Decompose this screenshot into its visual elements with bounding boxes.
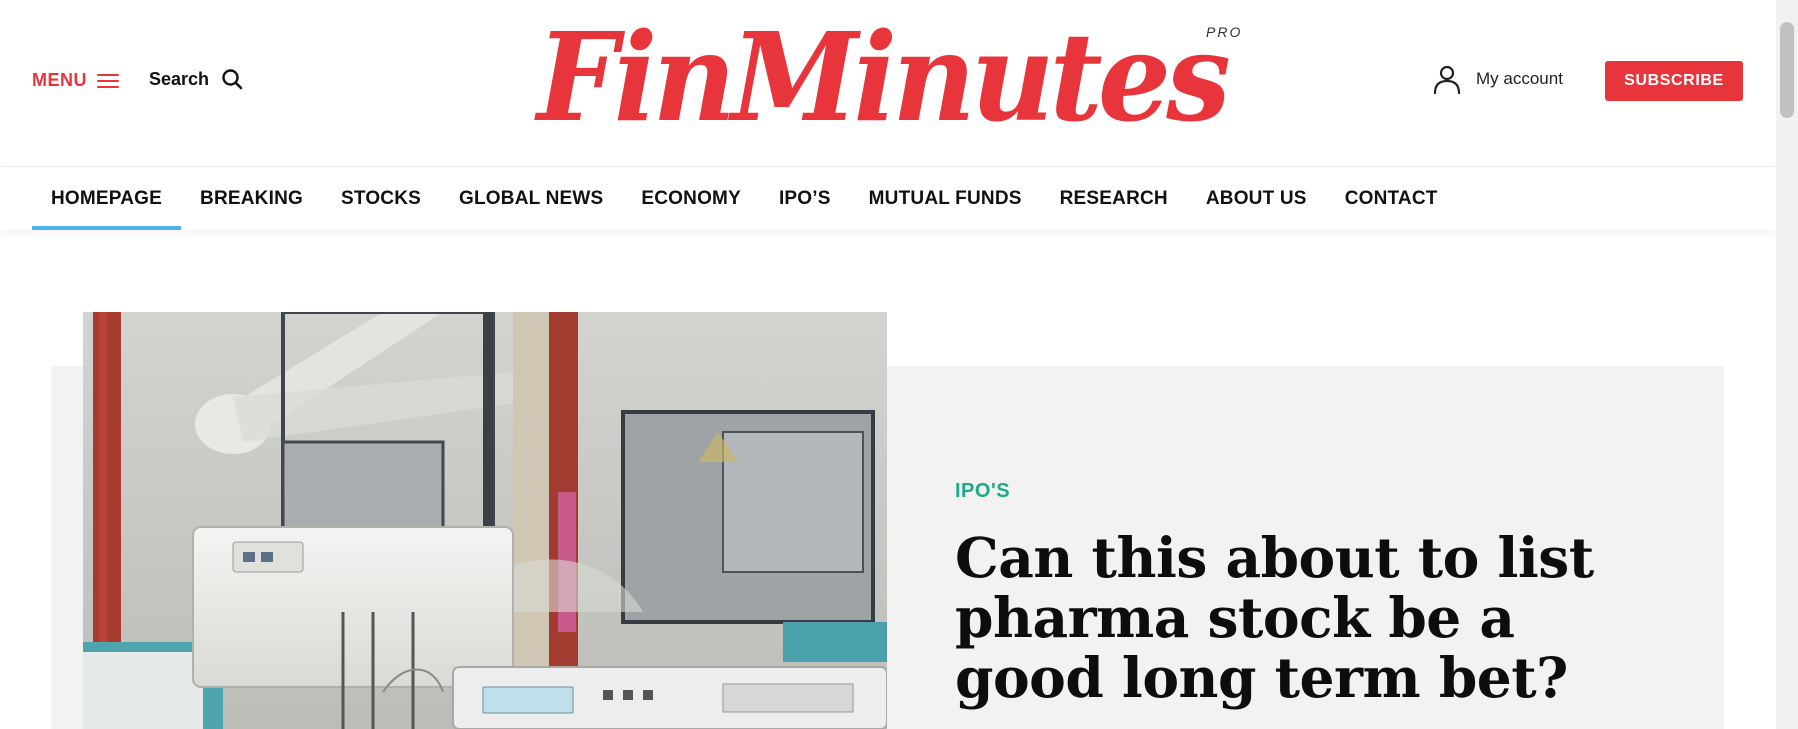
site-header: MENU Search FinMinutes PRO My account SU… [0, 0, 1776, 167]
lab-equipment-photo [83, 312, 887, 729]
hamburger-icon [97, 73, 119, 88]
nav-item-global-news[interactable]: GLOBAL NEWS [440, 167, 622, 230]
search-label: Search [149, 68, 210, 89]
nav-items: HOMEPAGE BREAKING STOCKS GLOBAL NEWS ECO… [32, 167, 1457, 230]
featured-category-tag[interactable]: IPO'S [955, 480, 1010, 503]
nav-item-ipos[interactable]: IPO’S [760, 167, 850, 230]
nav-item-research[interactable]: RESEARCH [1041, 167, 1187, 230]
nav-item-mutual-funds[interactable]: MUTUAL FUNDS [850, 167, 1041, 230]
logo-pro-badge: PRO [1206, 24, 1243, 40]
nav-item-contact[interactable]: CONTACT [1326, 167, 1457, 230]
subscribe-button[interactable]: SUBSCRIBE [1605, 61, 1743, 101]
nav-item-stocks[interactable]: STOCKS [322, 167, 440, 230]
menu-button[interactable]: MENU [32, 70, 119, 91]
user-icon [1433, 65, 1461, 94]
menu-label: MENU [32, 70, 87, 90]
nav-item-homepage[interactable]: HOMEPAGE [32, 167, 182, 230]
nav-item-economy[interactable]: ECONOMY [622, 167, 760, 230]
nav-item-about-us[interactable]: ABOUT US [1187, 167, 1326, 230]
featured-image[interactable] [83, 312, 887, 729]
page: MENU Search FinMinutes PRO My account SU… [0, 0, 1776, 729]
search-button[interactable]: Search [149, 68, 243, 90]
nav-item-breaking[interactable]: BREAKING [181, 167, 322, 230]
my-account-link[interactable]: My account [1432, 64, 1563, 94]
logo-text: FinMinutes [537, 5, 1231, 149]
scrollbar-thumb[interactable] [1780, 22, 1794, 118]
site-logo[interactable]: FinMinutes [537, 12, 1270, 142]
main-navigation: HOMEPAGE BREAKING STOCKS GLOBAL NEWS ECO… [0, 167, 1776, 230]
my-account-label: My account [1476, 69, 1563, 88]
browser-scrollbar[interactable] [1776, 0, 1798, 729]
featured-title[interactable]: Can this about to list pharma stock be a… [955, 528, 1645, 708]
search-icon [222, 69, 243, 90]
